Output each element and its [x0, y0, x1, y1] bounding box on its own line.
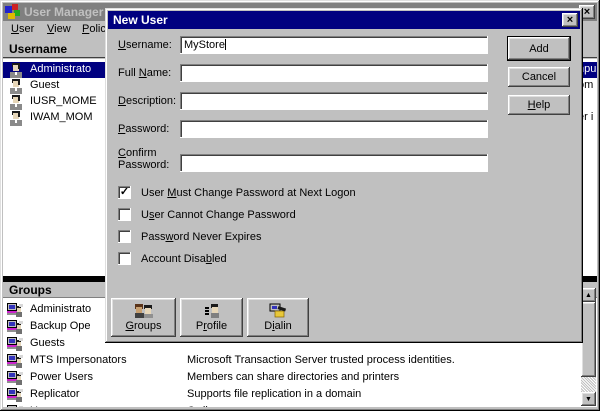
screen: User Manager × User View Polici Username… — [0, 0, 600, 411]
confirm-password-input[interactable] — [180, 154, 488, 172]
group-row-power-users[interactable]: Power Users Members can share directorie… — [3, 370, 597, 387]
dialin-icon — [269, 303, 287, 319]
groups-icon — [134, 303, 154, 319]
group-name: Backup Ope — [30, 320, 91, 332]
dialog-titlebar[interactable]: New User × — [108, 11, 580, 29]
menu-user[interactable]: User — [8, 21, 37, 38]
add-button[interactable]: Add — [508, 37, 570, 60]
password-label: Password: — [118, 123, 169, 135]
password-never-expires-label: Password Never Expires — [141, 231, 261, 243]
scroll-down-button[interactable]: ▼ — [581, 392, 596, 406]
new-user-dialog: New User × Username: MyStore Full Name: … — [105, 8, 583, 343]
group-name: Power Users — [30, 371, 93, 383]
confirm-password-label-line2: Password: — [118, 159, 169, 171]
check-icon: ✓ — [120, 187, 129, 198]
confirm-password-label: Confirm — [118, 147, 157, 159]
profile-button[interactable]: Profile — [180, 298, 243, 337]
group-name: Guests — [30, 337, 65, 349]
group-row-mts-impersonators[interactable]: MTS Impersonators Microsoft Transaction … — [3, 353, 597, 370]
cancel-button-label: Cancel — [522, 71, 556, 83]
group-description: Microsoft Transaction Server trusted pro… — [187, 354, 455, 366]
description-input[interactable] — [180, 92, 488, 110]
user-name: Guest — [30, 79, 59, 91]
cannot-change-password-label: User Cannot Change Password — [141, 209, 296, 221]
profile-icon — [203, 303, 221, 319]
cancel-button[interactable]: Cancel — [508, 67, 570, 87]
scroll-up-button[interactable]: ▲ — [581, 288, 596, 302]
close-icon: × — [567, 15, 573, 25]
group-icon — [7, 404, 23, 407]
username-label: Username: — [118, 39, 172, 51]
help-button[interactable]: Help — [508, 95, 570, 115]
add-button-label: Add — [529, 43, 549, 55]
username-header-label: Username — [9, 42, 67, 56]
dialin-button[interactable]: Dialin — [247, 298, 309, 337]
menu-view[interactable]: View — [44, 21, 74, 38]
groups-button[interactable]: Groups — [111, 298, 176, 337]
scrollbar-thumb[interactable] — [581, 302, 596, 377]
user-icon — [8, 110, 24, 129]
arrow-up-icon: ▲ — [585, 292, 592, 299]
group-description: Ordinary users — [187, 405, 259, 407]
full-name-input[interactable] — [180, 64, 488, 82]
account-disabled-checkbox[interactable] — [118, 252, 131, 265]
groups-button-label: Groups — [125, 320, 161, 332]
must-change-password-label: User Must Change Password at Next Logon — [141, 187, 356, 199]
password-input[interactable] — [180, 120, 488, 138]
arrow-down-icon: ▼ — [585, 396, 592, 403]
main-window-title: User Manager — [24, 5, 103, 19]
username-input[interactable]: MyStore — [180, 36, 488, 54]
group-description: Members can share directories and printe… — [187, 371, 399, 383]
group-name: Administrato — [30, 303, 91, 315]
group-name: Replicator — [30, 388, 80, 400]
group-name: MTS Impersonators — [30, 354, 127, 366]
description-label: Description: — [118, 95, 176, 107]
group-name: Users — [30, 405, 59, 407]
account-disabled-label: Account Disabled — [141, 253, 227, 265]
user-name: Administrato — [30, 63, 91, 75]
groups-header-label: Groups — [9, 283, 52, 297]
group-row-replicator[interactable]: Replicator Supports file replication in … — [3, 387, 597, 404]
dialog-close-button[interactable]: × — [562, 13, 578, 27]
password-never-expires-checkbox[interactable] — [118, 230, 131, 243]
close-icon: × — [584, 7, 590, 17]
user-manager-app-icon — [5, 4, 21, 20]
help-button-label: Help — [528, 99, 551, 111]
group-description: Supports file replication in a domain — [187, 388, 361, 400]
user-name: IWAM_MOM — [30, 111, 93, 123]
user-name: IUSR_MOME — [30, 95, 97, 107]
full-name-label: Full Name: — [118, 67, 171, 79]
group-row-users[interactable]: Users Ordinary users — [3, 404, 597, 407]
text-caret — [225, 39, 226, 50]
cannot-change-password-checkbox[interactable] — [118, 208, 131, 221]
username-value: MyStore — [184, 39, 225, 51]
dialog-title: New User — [113, 13, 168, 27]
profile-button-label: Profile — [196, 320, 227, 332]
dialin-button-label: Dialin — [264, 320, 292, 332]
groups-scrollbar[interactable]: ▲ ▼ — [581, 288, 596, 406]
must-change-password-checkbox[interactable]: ✓ — [118, 186, 131, 199]
